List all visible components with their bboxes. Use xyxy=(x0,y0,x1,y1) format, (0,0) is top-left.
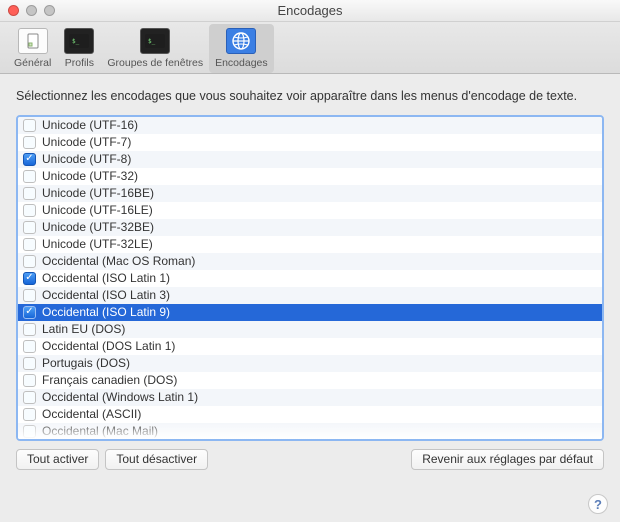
encoding-checkbox[interactable] xyxy=(23,221,36,234)
groups-icon: $_ xyxy=(140,28,170,54)
encoding-row[interactable]: Unicode (UTF-32) xyxy=(18,168,602,185)
encoding-label: Unicode (UTF-16LE) xyxy=(42,203,153,217)
encoding-row[interactable]: Unicode (UTF-32LE) xyxy=(18,236,602,253)
encoding-label: Unicode (UTF-16) xyxy=(42,118,138,132)
encoding-checkbox[interactable] xyxy=(23,187,36,200)
titlebar: Encodages xyxy=(0,0,620,22)
encoding-row[interactable]: Unicode (UTF-8) xyxy=(18,151,602,168)
encoding-row[interactable]: Portugais (DOS) xyxy=(18,355,602,372)
enable-all-button[interactable]: Tout activer xyxy=(16,449,99,470)
encoding-checkbox[interactable] xyxy=(23,306,36,319)
encoding-checkbox[interactable] xyxy=(23,170,36,183)
encoding-row[interactable]: Occidental (Mac OS Roman) xyxy=(18,253,602,270)
encoding-label: Latin EU (DOS) xyxy=(42,322,125,336)
preferences-window: { "title": "Encodages", "toolbar": { "it… xyxy=(0,0,620,522)
toolbar-item-groups[interactable]: $_ Groupes de fenêtres xyxy=(101,24,209,73)
encoding-label: Unicode (UTF-32) xyxy=(42,169,138,183)
encoding-row[interactable]: Occidental (ISO Latin 1) xyxy=(18,270,602,287)
encoding-row[interactable]: Unicode (UTF-16) xyxy=(18,117,602,134)
encoding-row[interactable]: Occidental (Windows Latin 1) xyxy=(18,389,602,406)
encoding-checkbox[interactable] xyxy=(23,119,36,132)
encoding-label: Occidental (ISO Latin 9) xyxy=(42,305,170,319)
button-row: Tout activer Tout désactiver Revenir aux… xyxy=(16,449,604,470)
encoding-row[interactable]: Occidental (DOS Latin 1) xyxy=(18,338,602,355)
encoding-checkbox[interactable] xyxy=(23,323,36,336)
encoding-checkbox[interactable] xyxy=(23,255,36,268)
svg-text:$_: $_ xyxy=(148,38,156,45)
encodings-icon xyxy=(226,28,256,54)
toolbar-label: Encodages xyxy=(215,57,268,69)
encoding-label: Unicode (UTF-8) xyxy=(42,152,131,166)
encoding-label: Occidental (ASCII) xyxy=(42,407,141,421)
encoding-checkbox[interactable] xyxy=(23,357,36,370)
help-button[interactable]: ? xyxy=(588,494,608,514)
toolbar-item-encodings[interactable]: Encodages xyxy=(209,24,274,73)
intro-text: Sélectionnez les encodages que vous souh… xyxy=(16,88,604,105)
toolbar: Général $_ Profils $_ Groupes de fenêtres Enc… xyxy=(0,22,620,74)
profiles-icon: $_ xyxy=(64,28,94,54)
encoding-checkbox[interactable] xyxy=(23,272,36,285)
encoding-label: Occidental (Windows Latin 1) xyxy=(42,390,198,404)
toolbar-label: Général xyxy=(14,57,51,69)
encoding-label: Occidental (ISO Latin 3) xyxy=(42,288,170,302)
restore-defaults-button[interactable]: Revenir aux réglages par défaut xyxy=(411,449,604,470)
encoding-checkbox[interactable] xyxy=(23,136,36,149)
encoding-checkbox[interactable] xyxy=(23,238,36,251)
zoom-button[interactable] xyxy=(44,5,55,16)
encoding-checkbox[interactable] xyxy=(23,374,36,387)
encoding-label: Unicode (UTF-32LE) xyxy=(42,237,153,251)
disable-all-button[interactable]: Tout désactiver xyxy=(105,449,208,470)
window-controls xyxy=(0,5,55,16)
encoding-label: Unicode (UTF-16BE) xyxy=(42,186,154,200)
svg-text:$_: $_ xyxy=(72,38,80,45)
toolbar-label: Profils xyxy=(65,57,94,69)
encoding-checkbox[interactable] xyxy=(23,425,36,438)
encoding-row[interactable]: Latin EU (DOS) xyxy=(18,321,602,338)
encoding-label: Occidental (ISO Latin 1) xyxy=(42,271,170,285)
encoding-row[interactable]: Français canadien (DOS) xyxy=(18,372,602,389)
minimize-button[interactable] xyxy=(26,5,37,16)
window-title: Encodages xyxy=(0,3,620,18)
toolbar-item-profiles[interactable]: $_ Profils xyxy=(57,24,101,73)
encoding-row[interactable]: Occidental (ISO Latin 3) xyxy=(18,287,602,304)
encoding-checkbox[interactable] xyxy=(23,340,36,353)
encoding-label: Unicode (UTF-7) xyxy=(42,135,131,149)
encoding-label: Occidental (Mac OS Roman) xyxy=(42,254,195,268)
content-area: Sélectionnez les encodages que vous souh… xyxy=(0,74,620,482)
encoding-row[interactable]: Unicode (UTF-16BE) xyxy=(18,185,602,202)
encoding-checkbox[interactable] xyxy=(23,204,36,217)
encoding-checkbox[interactable] xyxy=(23,391,36,404)
general-icon xyxy=(18,28,48,54)
toolbar-item-general[interactable]: Général xyxy=(8,24,57,73)
encoding-label: Occidental (Mac Mail) xyxy=(42,424,158,438)
encoding-checkbox[interactable] xyxy=(23,408,36,421)
close-button[interactable] xyxy=(8,5,19,16)
encoding-row[interactable]: Unicode (UTF-7) xyxy=(18,134,602,151)
encoding-label: Français canadien (DOS) xyxy=(42,373,177,387)
encoding-checkbox[interactable] xyxy=(23,289,36,302)
encodings-listbox[interactable]: Unicode (UTF-16) Unicode (UTF-7) Unicode (… xyxy=(16,115,604,441)
encodings-scroll[interactable]: Unicode (UTF-16) Unicode (UTF-7) Unicode (… xyxy=(18,117,602,439)
toolbar-label: Groupes de fenêtres xyxy=(107,57,203,69)
encoding-label: Unicode (UTF-32BE) xyxy=(42,220,154,234)
encoding-row[interactable]: Occidental (Mac Mail) xyxy=(18,423,602,439)
encoding-row[interactable]: Occidental (ASCII) xyxy=(18,406,602,423)
encoding-label: Occidental (DOS Latin 1) xyxy=(42,339,175,353)
encoding-row[interactable]: Occidental (ISO Latin 9) xyxy=(18,304,602,321)
encoding-checkbox[interactable] xyxy=(23,153,36,166)
encoding-row[interactable]: Unicode (UTF-32BE) xyxy=(18,219,602,236)
encoding-row[interactable]: Unicode (UTF-16LE) xyxy=(18,202,602,219)
encoding-label: Portugais (DOS) xyxy=(42,356,130,370)
